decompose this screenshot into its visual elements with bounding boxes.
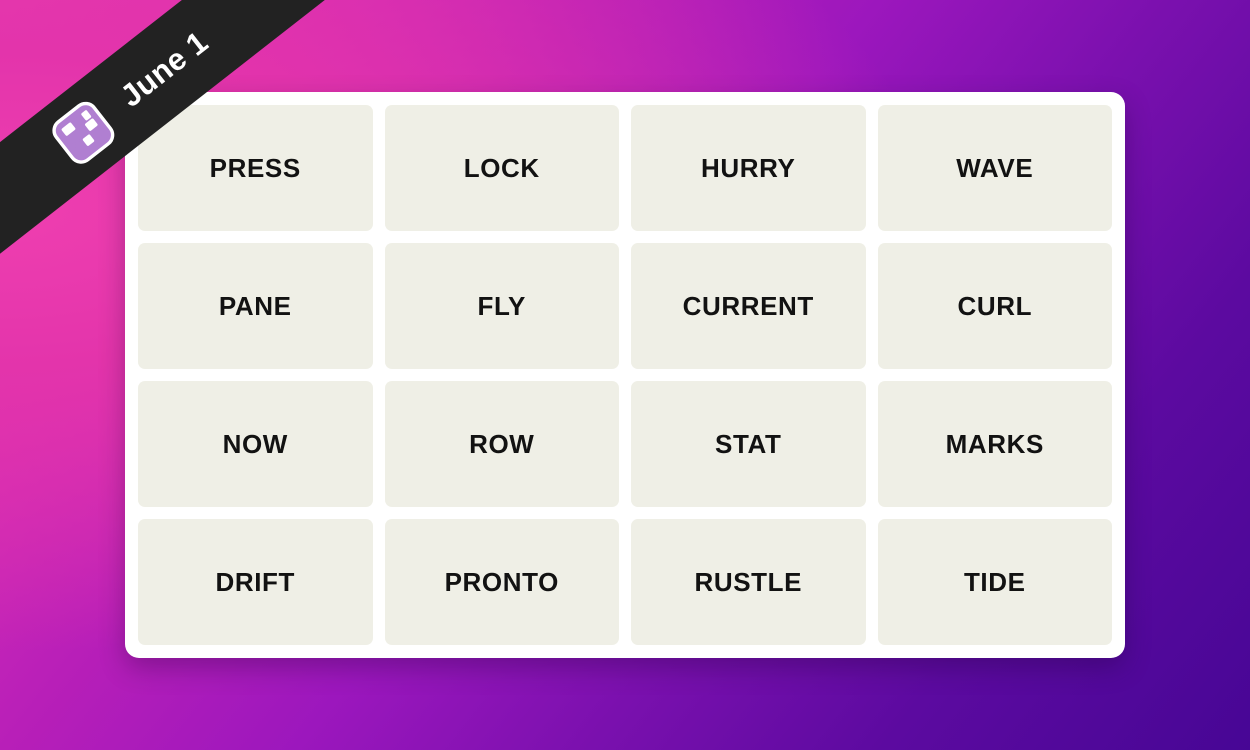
word-tile[interactable]: PRONTO: [384, 519, 619, 645]
word-tile-label: TIDE: [963, 567, 1026, 597]
word-tile[interactable]: PANE: [138, 243, 373, 369]
word-tile-label: CURL: [957, 291, 1033, 321]
word-tile[interactable]: FLY: [384, 243, 619, 369]
word-tile-label: NOW: [222, 429, 288, 459]
word-tile[interactable]: LOCK: [384, 105, 619, 231]
word-tile-label: WAVE: [956, 153, 1034, 183]
word-tile[interactable]: HURRY: [631, 105, 866, 231]
word-tile-label: PRONTO: [444, 567, 559, 597]
word-tile[interactable]: STAT: [631, 381, 866, 507]
word-tile[interactable]: ROW: [384, 381, 619, 507]
word-tile-label: MARKS: [945, 429, 1044, 459]
word-tile-label: PRESS: [209, 153, 301, 183]
word-tile-label: LOCK: [463, 153, 540, 183]
word-tile-label: STAT: [715, 429, 782, 459]
word-tile[interactable]: CURL: [877, 243, 1112, 369]
word-tile[interactable]: TIDE: [877, 519, 1112, 645]
word-tile-label: DRIFT: [215, 567, 296, 597]
word-tile-grid: PRESS LOCK HURRY WAVE PANE FLY CURRENT CURL NOW R…: [138, 105, 1112, 645]
word-tile-label: FLY: [477, 291, 527, 321]
word-tile-label: ROW: [469, 429, 535, 459]
word-tile-label: PANE: [218, 291, 292, 321]
word-tile[interactable]: DRIFT: [138, 519, 373, 645]
word-tile-label: HURRY: [701, 153, 796, 183]
word-tile[interactable]: RUSTLE: [631, 519, 866, 645]
word-tile[interactable]: WAVE: [877, 105, 1112, 231]
word-tile[interactable]: MARKS: [877, 381, 1112, 507]
nyt-connections-icon: [52, 102, 115, 164]
word-tile[interactable]: PRESS: [138, 105, 373, 231]
word-tile-label: RUSTLE: [694, 567, 803, 597]
word-tile-label: CURRENT: [682, 291, 814, 321]
word-tile[interactable]: NOW: [138, 381, 373, 507]
word-tile[interactable]: CURRENT: [631, 243, 866, 369]
puzzle-card: PRESS LOCK HURRY WAVE PANE FLY CURRENT CURL NOW R…: [125, 92, 1125, 658]
